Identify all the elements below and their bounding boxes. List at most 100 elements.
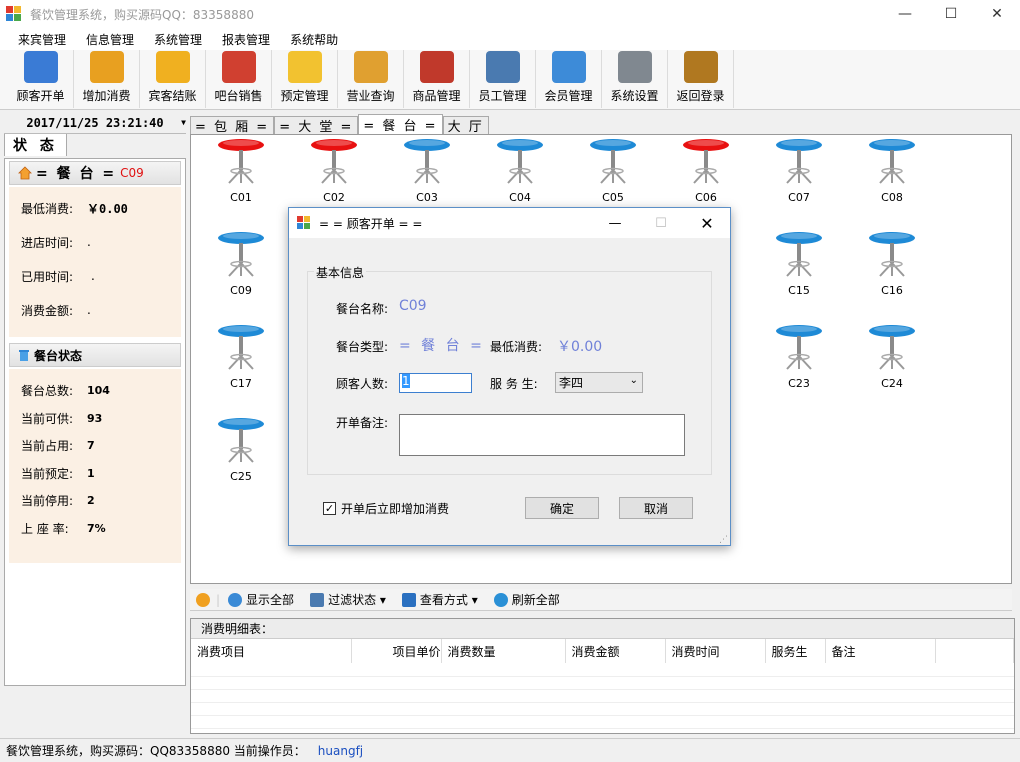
- menu-info[interactable]: 信息管理: [76, 31, 144, 48]
- status-row-value: 1: [87, 466, 95, 480]
- toolbar-button-1[interactable]: 增加消费: [74, 50, 140, 108]
- table-C09[interactable]: C09: [211, 230, 271, 302]
- column-header[interactable]: 项目单价: [351, 639, 442, 663]
- toolbar-button-5[interactable]: 营业查询: [338, 50, 404, 108]
- table-C16[interactable]: C16: [862, 230, 922, 302]
- current-table-header: = 餐 台 = C09: [9, 161, 181, 185]
- min-consume-dialog-value: ￥0.00: [557, 339, 603, 355]
- view-mode-button[interactable]: 查看方式 ▾: [396, 591, 478, 608]
- toolbar-button-10[interactable]: 返回登录: [668, 50, 734, 108]
- table-code-label: C04: [509, 191, 531, 204]
- column-header[interactable]: 消费项目: [191, 639, 352, 663]
- down-arrow-icon[interactable]: [196, 592, 210, 607]
- column-header[interactable]: 服务生: [765, 639, 826, 663]
- minimize-icon[interactable]: —: [882, 0, 928, 28]
- toolbar-button-4[interactable]: 预定管理: [272, 50, 338, 108]
- table-C15[interactable]: C15: [769, 230, 829, 302]
- table-C06[interactable]: C06: [676, 137, 736, 209]
- remark-input[interactable]: [399, 414, 685, 456]
- refresh-all-button[interactable]: 刷新全部: [488, 591, 560, 608]
- dialog-minimize-icon[interactable]: —: [592, 208, 638, 238]
- tab-3[interactable]: 大 厅: [442, 116, 489, 135]
- toolbar-button-9[interactable]: 系统设置: [602, 50, 668, 108]
- detail-title: 消费明细表：: [191, 619, 1014, 639]
- basic-info-title: 基本信息: [314, 264, 367, 281]
- table-row: [191, 715, 1014, 729]
- current-table-info: 最低消费: ￥0.00 进店时间:. 已用时间:. 消费金额:.: [9, 187, 181, 337]
- people-count-input[interactable]: 1: [399, 373, 472, 393]
- dialog-maximize-icon: ☐: [655, 215, 667, 231]
- table-C07[interactable]: C07: [769, 137, 829, 209]
- table-status-title: 餐台状态: [34, 348, 83, 363]
- table-code-label: C03: [416, 191, 438, 204]
- table-C04[interactable]: C04: [490, 137, 550, 209]
- home-icon: [18, 166, 32, 180]
- operator-name: huangfj: [317, 743, 364, 758]
- status-text: 餐饮管理系统，购买源码：QQ83358880 当前操作员：: [6, 744, 306, 758]
- column-header[interactable]: 备注: [825, 639, 936, 663]
- maximize-icon[interactable]: ☐: [928, 0, 974, 28]
- table-C24[interactable]: C24: [862, 323, 922, 395]
- column-header[interactable]: 消费时间: [665, 639, 766, 663]
- show-all-label: 显示全部: [246, 593, 295, 607]
- table-C05[interactable]: C05: [583, 137, 643, 209]
- stool-icon: [683, 139, 729, 184]
- status-row-label: 当前可供:: [21, 411, 74, 426]
- toolbar-button-3[interactable]: 吧台销售: [206, 50, 272, 108]
- menu-report[interactable]: 报表管理: [212, 31, 280, 48]
- status-tab[interactable]: 状 态: [4, 133, 67, 156]
- chevron-down-icon: ⌄: [629, 375, 638, 386]
- table-C01[interactable]: C01: [211, 137, 271, 209]
- trash-icon: [18, 348, 30, 362]
- toolbar-button-label: 会员管理: [544, 89, 593, 103]
- tab-0[interactable]: = 包 厢 =: [190, 116, 275, 135]
- menu-system[interactable]: 系统管理: [144, 31, 212, 48]
- waiter-select[interactable]: 李四 ⌄: [555, 372, 643, 393]
- toolbar-button-2[interactable]: 宾客结账: [140, 50, 206, 108]
- toolbar-button-0[interactable]: 顾客开单: [8, 50, 74, 108]
- filter-status-label: 过滤状态 ▾: [328, 593, 386, 607]
- window-title: 餐饮管理系统，购买源码QQ：83358880: [30, 7, 254, 22]
- toolbar-button-label: 员工管理: [478, 89, 527, 103]
- stool-icon: [869, 232, 915, 277]
- close-icon[interactable]: ✕: [974, 0, 1020, 28]
- dialog-title: = = 顾客开单 = =: [319, 216, 423, 231]
- tab-1[interactable]: = 大 堂 =: [274, 116, 359, 135]
- table-code-label: C15: [788, 284, 810, 297]
- status-row-value: 93: [87, 411, 103, 425]
- add-consume-checkbox[interactable]: ✓ 开单后立即增加消费: [323, 500, 449, 517]
- filter-status-button[interactable]: 过滤状态 ▾: [304, 591, 386, 608]
- toolbar-button-6[interactable]: 商品管理: [404, 50, 470, 108]
- dropdown-icon[interactable]: ▼: [181, 118, 186, 127]
- dialog-close-icon[interactable]: ✕: [684, 208, 730, 238]
- toolbar-button-label: 商品管理: [412, 89, 461, 103]
- table-type-label: 餐台类型:: [336, 340, 389, 354]
- menu-help[interactable]: 系统帮助: [280, 31, 348, 48]
- status-row-label: 上 座 率:: [21, 521, 69, 536]
- table-row: [191, 702, 1014, 716]
- table-C08[interactable]: C08: [862, 137, 922, 209]
- resize-grip-icon[interactable]: ⋰: [719, 535, 728, 545]
- table-C25[interactable]: C25: [211, 416, 271, 488]
- min-consume-value: ￥0.00: [87, 201, 128, 216]
- toolbar-button-8[interactable]: 会员管理: [536, 50, 602, 108]
- tab-2[interactable]: = 餐 台 =: [358, 114, 443, 134]
- table-C23[interactable]: C23: [769, 323, 829, 395]
- show-all-button[interactable]: 显示全部: [222, 591, 294, 608]
- table-C17[interactable]: C17: [211, 323, 271, 395]
- column-header[interactable]: 消费金额: [565, 639, 666, 663]
- cancel-button[interactable]: 取消: [619, 497, 693, 519]
- table-C03[interactable]: C03: [397, 137, 457, 209]
- column-header[interactable]: 消费数量: [441, 639, 566, 663]
- table-code-label: C16: [881, 284, 903, 297]
- menu-guest[interactable]: 来宾管理: [8, 31, 76, 48]
- toolbar-button-7[interactable]: 员工管理: [470, 50, 536, 108]
- main-toolbar: 顾客开单 增加消费 宾客结账 吧台销售 预定管理 营业查询 商品管理 员工管理 会员管理 系统设置…: [0, 50, 1020, 110]
- stool-icon: [776, 232, 822, 277]
- ok-button[interactable]: 确定: [525, 497, 599, 519]
- status-row: 当前可供: 93: [21, 405, 169, 433]
- table-C02[interactable]: C02: [304, 137, 364, 209]
- waiter-label: 服 务 生:: [490, 377, 538, 391]
- view-mode-label: 查看方式 ▾: [419, 593, 478, 607]
- stool-icon: [218, 232, 264, 277]
